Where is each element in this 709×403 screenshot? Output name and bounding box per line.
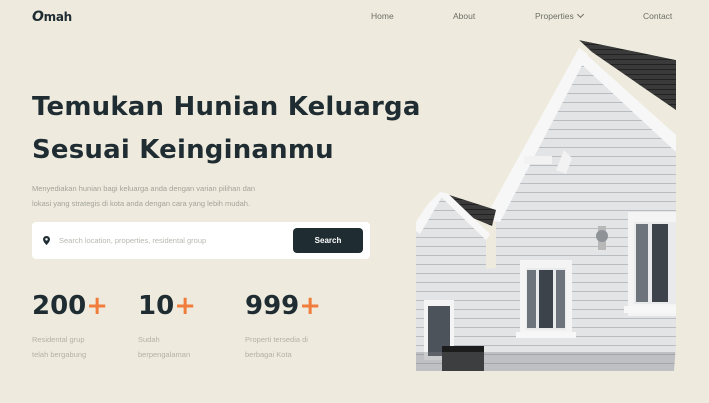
nav-contact[interactable]: Contact: [643, 11, 672, 21]
hero-description-line-2: lokasi yang strategis di kota anda denga…: [32, 199, 251, 208]
stat-value: 200+: [32, 289, 108, 323]
hero-description-line-1: Menyediakan hunian bagi keluarga anda de…: [32, 184, 256, 193]
stat-label: Residental grup telah bergabung: [32, 332, 108, 362]
stat-label-line-1: Sudah: [138, 335, 160, 344]
chevron-down-icon: [576, 10, 584, 19]
stat-properties: 999+ Properti tersedia di berbagai Kota: [245, 289, 321, 362]
nav-home[interactable]: Home: [371, 11, 394, 21]
stat-residental-group: 200+ Residental grup telah bergabung: [32, 289, 108, 362]
search-input[interactable]: [59, 232, 279, 249]
stat-label-line-2: berpengalaman: [138, 350, 191, 359]
stat-number: 10: [138, 291, 175, 321]
hero-description: Menyediakan hunian bagi keluarga anda de…: [32, 181, 322, 211]
stat-experience: 10+ Sudah berpengalaman: [138, 289, 196, 362]
stat-number: 999: [245, 291, 300, 321]
nav-properties[interactable]: Properties: [535, 10, 584, 21]
stat-value: 10+: [138, 289, 196, 323]
stat-plus: +: [86, 291, 109, 321]
location-pin-icon: [43, 236, 50, 245]
search-button[interactable]: Search: [293, 228, 363, 253]
hero-title-line-1: Temukan Hunian Keluarga: [32, 92, 421, 122]
nav-about[interactable]: About: [453, 11, 475, 21]
nav-properties-label: Properties: [535, 11, 574, 21]
hero-title-line-2: Sesuai Keinginanmu: [32, 135, 334, 165]
stat-label-line-2: berbagai Kota: [245, 350, 292, 359]
main-nav: Home About Properties Contact: [0, 10, 709, 23]
house-photo: [416, 40, 676, 371]
search-bar: Search: [32, 222, 370, 259]
stat-label: Properti tersedia di berbagai Kota: [245, 332, 321, 362]
stat-label: Sudah berpengalaman: [138, 332, 196, 362]
stat-plus: +: [299, 291, 322, 321]
hero-title: Temukan Hunian Keluarga Sesuai Keinginan…: [32, 86, 432, 172]
stat-label-line-2: telah bergabung: [32, 350, 87, 359]
stat-number: 200: [32, 291, 87, 321]
stat-label-line-1: Properti tersedia di: [245, 335, 308, 344]
stat-value: 999+: [245, 289, 321, 323]
stat-plus: +: [174, 291, 196, 321]
stat-label-line-1: Residental grup: [32, 335, 85, 344]
